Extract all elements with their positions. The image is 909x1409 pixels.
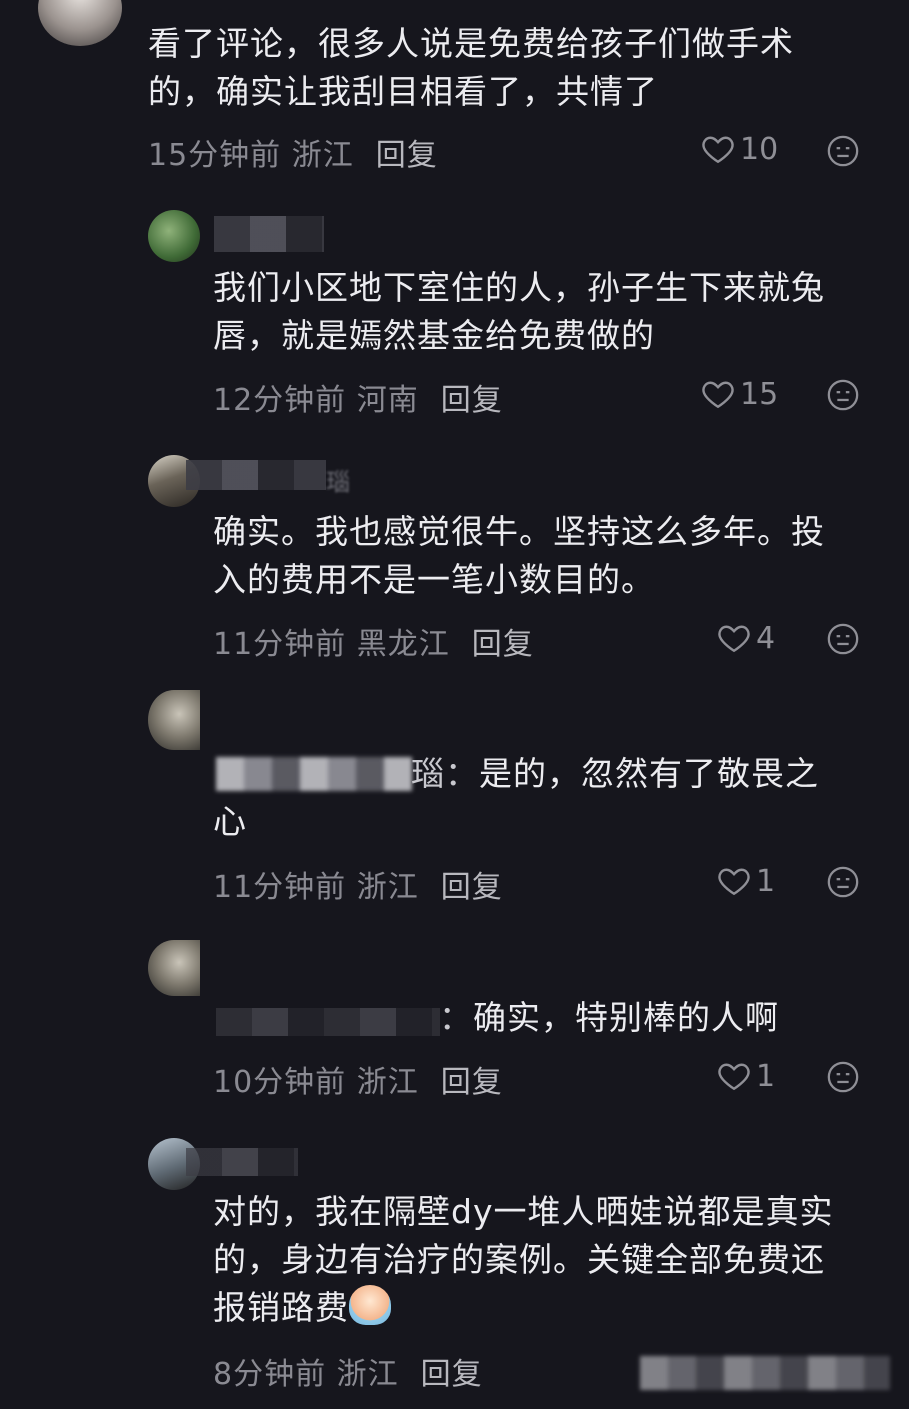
- comment-line: 报销路费: [213, 1284, 833, 1332]
- reply-button[interactable]: 回复: [441, 1057, 503, 1101]
- comment-line-text: 报销路费: [213, 1288, 349, 1327]
- time-location: 15分钟前 浙江: [148, 138, 354, 173]
- heart-outline-icon: [702, 381, 734, 409]
- reply-button[interactable]: 回复: [441, 862, 503, 906]
- user-avatar[interactable]: [148, 210, 200, 262]
- heart-outline-icon: [718, 1063, 750, 1091]
- like-button[interactable]: 4: [716, 620, 775, 656]
- comment-line: 的，确实让我刮目相看了，共情了: [148, 72, 658, 111]
- comment-line: 看了评论，很多人说是免费给孩子们做手术: [148, 24, 794, 63]
- redacted-username: [186, 460, 326, 490]
- redacted-username: [214, 216, 324, 252]
- neutral-face-icon[interactable]: [826, 1060, 860, 1094]
- comment-line: 对的，我在隔壁dy一堆人晒娃说都是真实: [213, 1192, 834, 1231]
- comment-line: 入的费用不是一笔小数目的。: [213, 560, 655, 599]
- like-count: 15: [740, 376, 779, 412]
- comment-text: 瑙：是的，忽然有了敬畏之 心: [213, 750, 873, 846]
- like-button[interactable]: 1: [716, 863, 775, 899]
- comment-line-text: 确实，特别棒的人啊: [473, 998, 779, 1037]
- time-location: 12分钟前 河南: [213, 383, 419, 418]
- user-avatar[interactable]: [148, 940, 200, 996]
- mention-tail[interactable]: ：: [439, 998, 473, 1037]
- heart-outline-icon: [702, 136, 734, 164]
- comment-line: ：确实，特别棒的人啊: [213, 994, 873, 1042]
- comment-line: 唇，就是嫣然基金给免费做的: [213, 316, 655, 355]
- like-button[interactable]: 1: [716, 1058, 775, 1094]
- user-avatar[interactable]: [38, 0, 122, 46]
- time-location: 8分钟前 浙江: [213, 1357, 399, 1392]
- neutral-face-icon[interactable]: [826, 622, 860, 656]
- comment-text: ：确实，特别棒的人啊: [213, 994, 873, 1042]
- heart-outline-icon: [718, 625, 750, 653]
- comment-line: 瑙：是的，忽然有了敬畏之: [213, 750, 873, 798]
- comment-meta: 11分钟前 浙江 回复: [213, 862, 503, 906]
- comment-line: 我们小区地下室住的人，孙子生下来就兔: [213, 268, 825, 307]
- user-avatar[interactable]: [148, 690, 200, 750]
- time-location: 11分钟前 黑龙江: [213, 627, 450, 662]
- reply-button[interactable]: 回复: [376, 130, 438, 174]
- time-location: 10分钟前 浙江: [213, 1065, 419, 1100]
- redacted-username: [186, 1148, 298, 1176]
- like-count: 4: [756, 620, 776, 656]
- comment-meta: 8分钟前 浙江 回复: [213, 1349, 483, 1393]
- crying-face-emoji-icon: [349, 1285, 391, 1325]
- reply-button[interactable]: 回复: [472, 619, 534, 663]
- heart-outline-icon: [718, 868, 750, 896]
- neutral-face-icon[interactable]: [826, 865, 860, 899]
- comment-line-text: 是的，忽然有了敬畏之: [479, 754, 819, 793]
- reply-button[interactable]: 回复: [441, 375, 503, 419]
- reply-button[interactable]: 回复: [421, 1349, 483, 1393]
- comment-line: 的，身边有治疗的案例。关键全部免费还: [213, 1240, 825, 1279]
- like-count: 1: [756, 863, 776, 899]
- neutral-face-icon[interactable]: [826, 378, 860, 412]
- comment-meta: 12分钟前 河南 回复: [213, 375, 503, 419]
- watermark-overlay: [640, 1356, 890, 1390]
- like-button[interactable]: 15: [700, 376, 778, 412]
- comment-text: 看了评论，很多人说是免费给孩子们做手术 的，确实让我刮目相看了，共情了: [148, 20, 794, 116]
- like-count: 1: [756, 1058, 776, 1094]
- comment-meta: 10分钟前 浙江 回复: [213, 1057, 503, 1101]
- comment-meta: 11分钟前 黑龙江 回复: [213, 619, 534, 663]
- comment-text: 我们小区地下室住的人，孙子生下来就兔 唇，就是嫣然基金给免费做的: [213, 264, 825, 360]
- comment-line: 心: [213, 802, 247, 841]
- comment-text: 确实。我也感觉很牛。坚持这么多年。投 入的费用不是一笔小数目的。: [213, 508, 825, 604]
- time-location: 11分钟前 浙江: [213, 870, 419, 905]
- username-partial: 瑙: [326, 468, 350, 496]
- comment-meta: 15分钟前 浙江 回复: [148, 130, 438, 174]
- comment-text: 对的，我在隔壁dy一堆人晒娃说都是真实 的，身边有治疗的案例。关键全部免费还 报…: [213, 1188, 833, 1332]
- comment-line: 确实。我也感觉很牛。坚持这么多年。投: [213, 512, 825, 551]
- mention-tail[interactable]: 瑙：: [411, 754, 479, 793]
- neutral-face-icon[interactable]: [826, 134, 860, 168]
- like-count: 10: [740, 131, 779, 167]
- like-button[interactable]: 10: [700, 131, 778, 167]
